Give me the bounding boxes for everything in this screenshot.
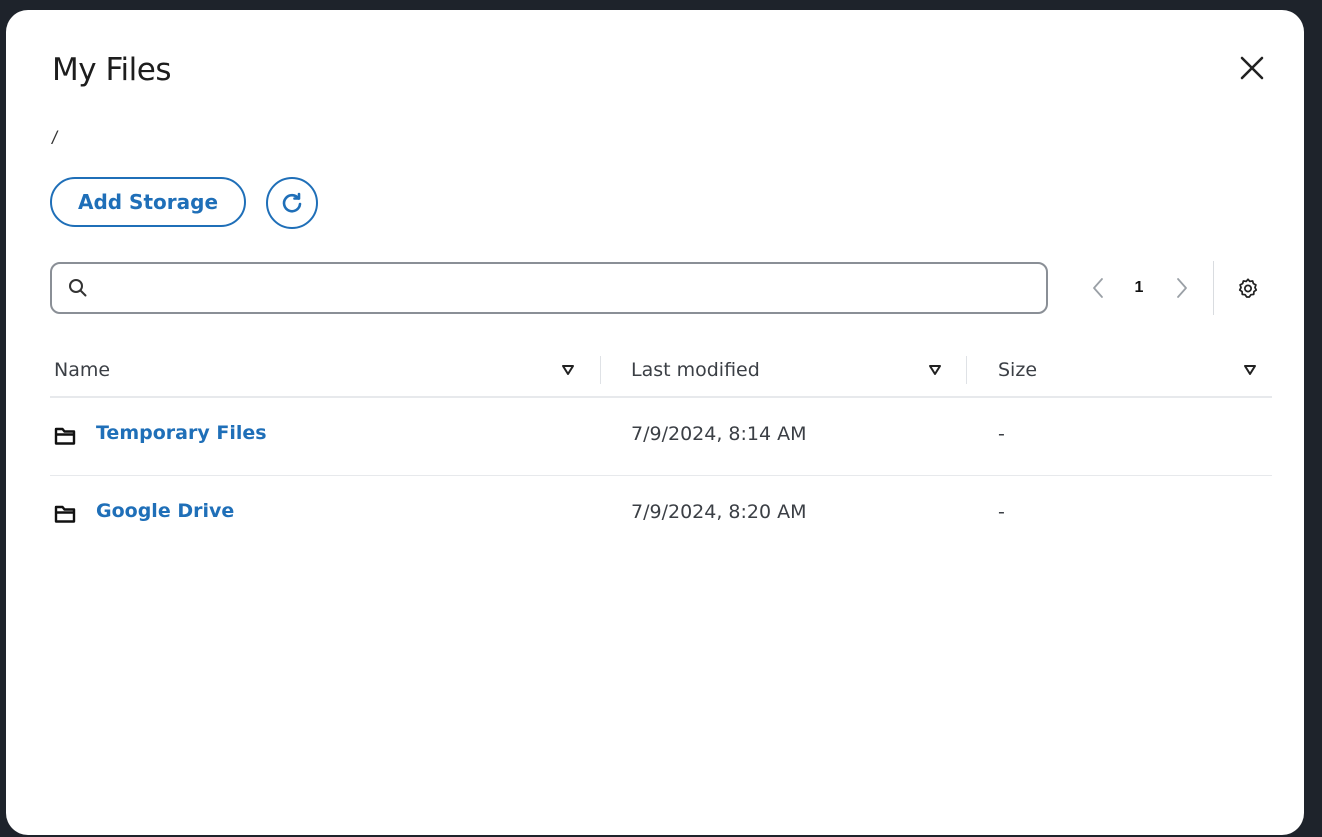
chevron-right-icon bbox=[1177, 278, 1187, 298]
my-files-dialog: My Files / Add Storage 1 Name Last modif… bbox=[6, 10, 1304, 835]
search-icon bbox=[68, 277, 90, 299]
refresh-button[interactable] bbox=[266, 177, 318, 229]
next-page-button[interactable] bbox=[1168, 274, 1196, 302]
sort-triangle-icon bbox=[1244, 365, 1256, 375]
breadcrumb[interactable]: / bbox=[52, 128, 57, 149]
file-name-link[interactable]: Google Drive bbox=[96, 500, 234, 522]
column-divider[interactable] bbox=[966, 356, 967, 384]
size-cell: - bbox=[998, 423, 1005, 445]
column-divider[interactable] bbox=[600, 356, 601, 384]
last-modified-cell: 7/9/2024, 8:14 AM bbox=[631, 423, 807, 445]
column-header-name[interactable]: Name bbox=[54, 344, 110, 396]
add-storage-button[interactable]: Add Storage bbox=[50, 177, 246, 227]
sort-name-button[interactable] bbox=[558, 360, 578, 380]
sort-triangle-icon bbox=[929, 365, 941, 375]
file-name-link[interactable]: Temporary Files bbox=[96, 422, 267, 444]
toolbar-divider bbox=[1213, 261, 1214, 315]
settings-button[interactable] bbox=[1234, 274, 1262, 302]
sort-last-modified-button[interactable] bbox=[925, 360, 945, 380]
current-page-number: 1 bbox=[1134, 279, 1144, 296]
column-header-size[interactable]: Size bbox=[998, 344, 1037, 396]
table-header: Name Last modified Size bbox=[50, 344, 1272, 398]
previous-page-button[interactable] bbox=[1084, 274, 1112, 302]
close-button[interactable] bbox=[1232, 48, 1272, 88]
table-row[interactable]: Google Drive 7/9/2024, 8:20 AM - bbox=[50, 476, 1272, 554]
refresh-icon bbox=[282, 192, 302, 213]
search-field[interactable] bbox=[50, 262, 1048, 314]
sort-triangle-icon bbox=[562, 365, 574, 375]
column-header-last-modified[interactable]: Last modified bbox=[631, 344, 760, 396]
search-input[interactable] bbox=[98, 267, 1046, 309]
chevron-left-icon bbox=[1093, 278, 1103, 298]
size-cell: - bbox=[998, 501, 1005, 523]
dialog-title: My Files bbox=[52, 52, 171, 88]
folder-icon bbox=[54, 427, 76, 445]
sort-size-button[interactable] bbox=[1240, 360, 1260, 380]
gear-icon bbox=[1238, 278, 1258, 298]
table-row[interactable]: Temporary Files 7/9/2024, 8:14 AM - bbox=[50, 398, 1272, 476]
last-modified-cell: 7/9/2024, 8:20 AM bbox=[631, 501, 807, 523]
folder-icon bbox=[54, 505, 76, 523]
close-icon bbox=[1240, 56, 1264, 80]
